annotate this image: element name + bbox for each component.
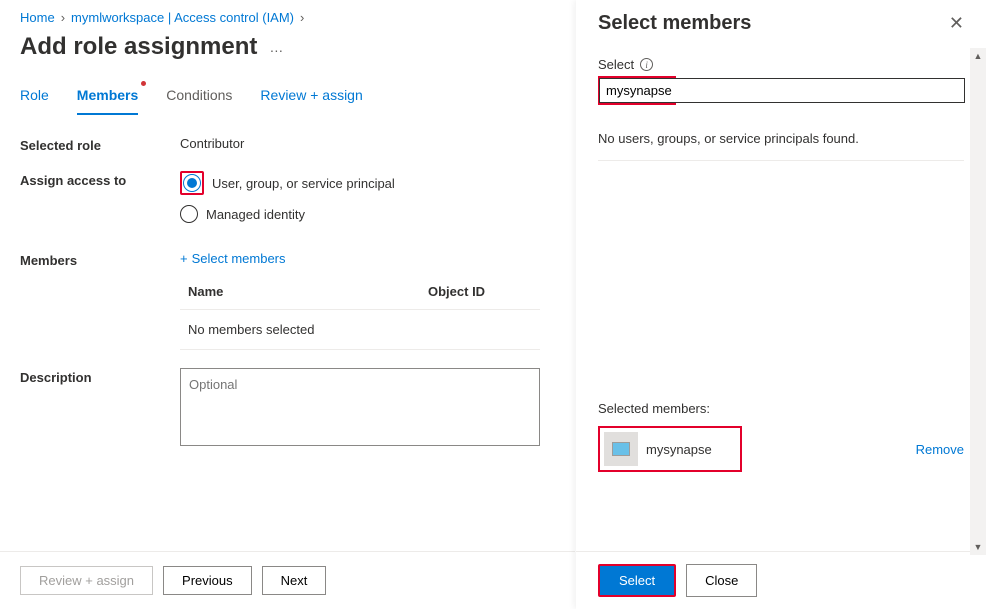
notification-dot-icon bbox=[141, 81, 146, 86]
info-icon[interactable]: i bbox=[640, 58, 653, 71]
selected-members-label: Selected members: bbox=[598, 401, 964, 416]
close-icon[interactable]: ✕ bbox=[949, 13, 964, 34]
selected-role-label: Selected role bbox=[20, 136, 180, 153]
select-members-text: Select members bbox=[192, 251, 286, 266]
page-title: Add role assignment bbox=[20, 33, 257, 61]
tab-members-label: Members bbox=[77, 87, 138, 103]
selected-member-item[interactable]: mysynapse bbox=[598, 426, 742, 472]
plus-icon: + bbox=[180, 251, 188, 266]
chevron-right-icon: › bbox=[300, 10, 304, 25]
more-icon[interactable]: … bbox=[269, 39, 284, 55]
radio-managed-label: Managed identity bbox=[206, 207, 305, 222]
members-label: Members bbox=[20, 251, 180, 268]
scrollbar[interactable]: ▲ ▼ bbox=[970, 48, 986, 555]
tab-role[interactable]: Role bbox=[20, 79, 49, 115]
tab-members[interactable]: Members bbox=[77, 79, 138, 115]
panel-title: Select members bbox=[598, 12, 751, 35]
select-field-label: Select bbox=[598, 57, 634, 72]
breadcrumb-workspace[interactable]: mymlworkspace | Access control (IAM) bbox=[71, 10, 294, 25]
radio-user-principal[interactable] bbox=[183, 174, 201, 192]
description-label: Description bbox=[20, 368, 180, 385]
radio-checked-icon bbox=[187, 178, 197, 188]
scroll-down-icon[interactable]: ▼ bbox=[970, 539, 986, 555]
assign-access-label: Assign access to bbox=[20, 171, 180, 188]
next-button[interactable]: Next bbox=[262, 566, 327, 595]
previous-button[interactable]: Previous bbox=[163, 566, 252, 595]
remove-member-link[interactable]: Remove bbox=[916, 442, 964, 457]
scroll-up-icon[interactable]: ▲ bbox=[970, 48, 986, 64]
select-members-panel: Select members ✕ Select i No users, grou… bbox=[576, 0, 986, 609]
resource-icon bbox=[604, 432, 638, 466]
select-members-link[interactable]: + Select members bbox=[180, 251, 286, 266]
highlight-box bbox=[180, 171, 204, 195]
chevron-right-icon: › bbox=[61, 10, 65, 25]
highlight-box: Select bbox=[598, 564, 676, 597]
members-empty-row: No members selected bbox=[180, 310, 540, 350]
radio-managed-identity[interactable] bbox=[180, 205, 198, 223]
tab-conditions[interactable]: Conditions bbox=[166, 79, 232, 115]
radio-user-label: User, group, or service principal bbox=[212, 176, 395, 191]
col-object-id: Object ID bbox=[428, 284, 485, 299]
selected-role-value: Contributor bbox=[180, 136, 540, 151]
no-results-message: No users, groups, or service principals … bbox=[598, 105, 964, 160]
review-assign-button: Review + assign bbox=[20, 566, 153, 595]
close-button[interactable]: Close bbox=[686, 564, 757, 597]
bottom-bar: Review + assign Previous Next bbox=[0, 551, 575, 609]
member-search-input[interactable] bbox=[599, 78, 965, 103]
breadcrumb-home[interactable]: Home bbox=[20, 10, 55, 25]
highlight-box bbox=[598, 76, 676, 105]
divider bbox=[598, 160, 964, 161]
select-button[interactable]: Select bbox=[600, 566, 674, 595]
selected-member-name: mysynapse bbox=[646, 442, 712, 457]
col-name: Name bbox=[188, 284, 388, 299]
description-input[interactable] bbox=[180, 368, 540, 446]
tab-review[interactable]: Review + assign bbox=[260, 79, 362, 115]
members-table: Name Object ID No members selected bbox=[180, 274, 540, 350]
